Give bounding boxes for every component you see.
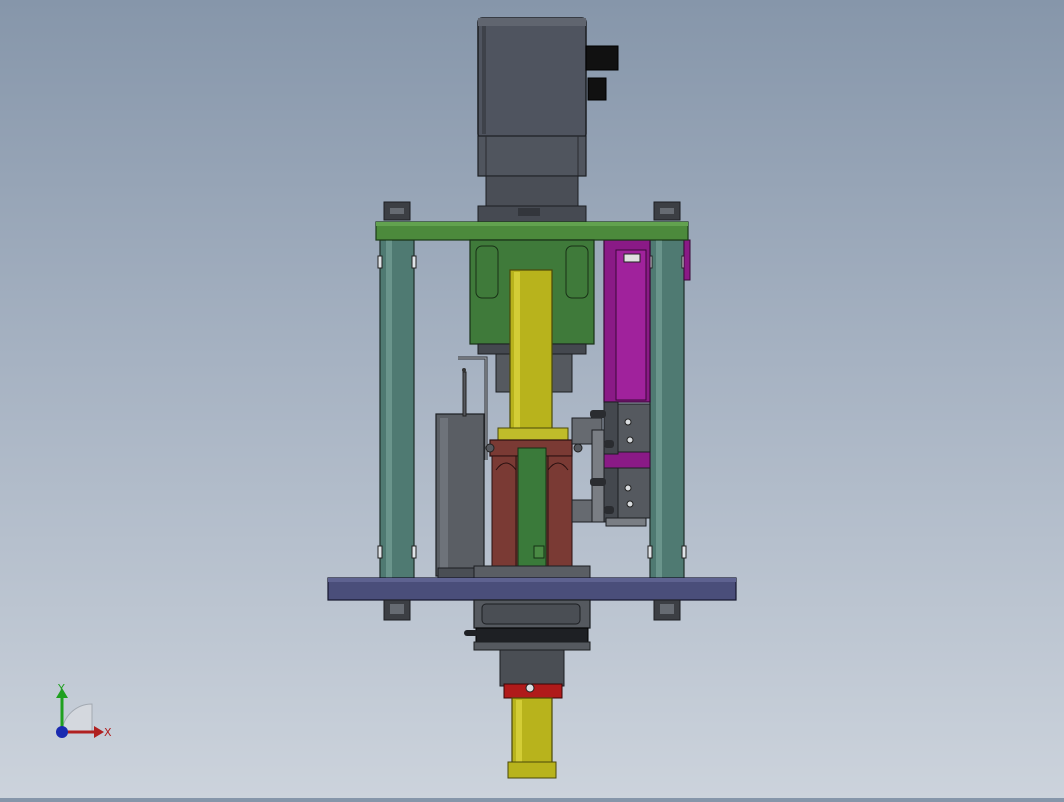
yellow-shaft-lower	[507, 697, 557, 779]
red-clamp-block	[485, 427, 583, 577]
z-axis-dot	[56, 726, 68, 738]
lower-bearing-housing	[464, 599, 591, 687]
y-axis-label: Y	[57, 682, 65, 695]
support-pillar-left	[377, 201, 417, 579]
x-axis-label: X	[104, 726, 112, 739]
guide-cylinder-left	[435, 356, 488, 579]
red-collar	[503, 683, 563, 699]
top-mounting-plate	[375, 221, 689, 241]
sensor-bracket	[571, 417, 605, 523]
servo-motor	[477, 17, 587, 223]
support-pillar-right	[647, 201, 687, 579]
yellow-shaft-upper	[509, 269, 553, 431]
motor-connector	[585, 45, 619, 101]
cad-viewport[interactable]: Y X	[0, 0, 1064, 798]
coordinate-triad: Y X	[56, 682, 112, 739]
